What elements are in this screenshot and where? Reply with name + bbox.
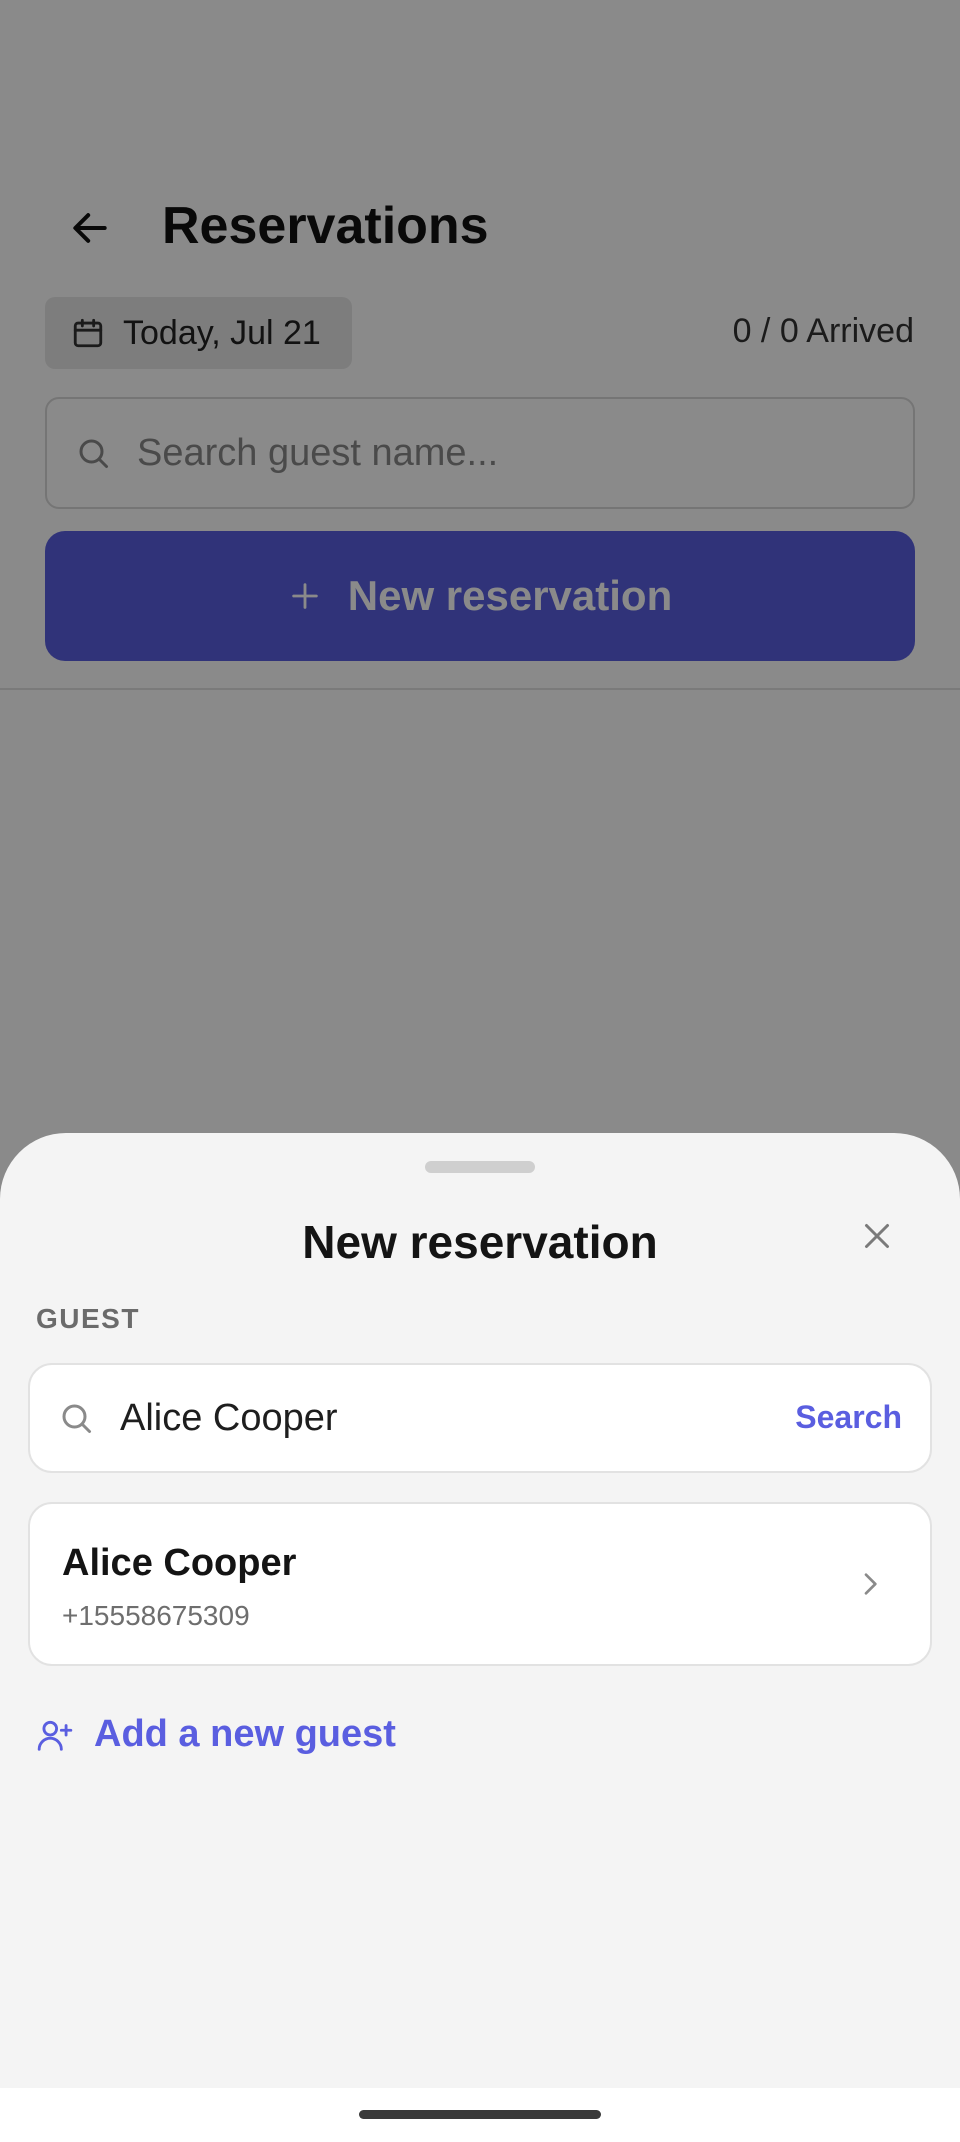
guest-section-label: GUEST [36,1303,140,1334]
guest-phone: +15558675309 [62,1600,250,1631]
close-icon [865,1224,889,1248]
sheet-title: New reservation [302,1216,658,1268]
home-indicator[interactable] [359,2110,601,2119]
add-new-guest-label: Add a new guest [94,1713,396,1755]
guest-name: Alice Cooper [62,1542,297,1584]
add-new-guest-button[interactable]: Add a new guest [36,1713,396,1756]
guest-result-item[interactable]: Alice Cooper +15558675309 [28,1502,932,1666]
guest-search-field[interactable]: Search [28,1363,932,1473]
system-nav-bar [0,2088,960,2142]
guest-search-input[interactable] [120,1396,720,1440]
drag-handle[interactable] [425,1161,535,1173]
close-button[interactable] [852,1211,902,1261]
guest-chevron [850,1564,890,1604]
user-plus-icon [37,1720,73,1751]
search-button[interactable]: Search [795,1399,902,1436]
new-reservation-sheet: New reservation GUEST Search Alice Coope… [0,1133,960,2142]
chevron-right-icon [864,1573,877,1595]
search-icon [62,1404,91,1433]
